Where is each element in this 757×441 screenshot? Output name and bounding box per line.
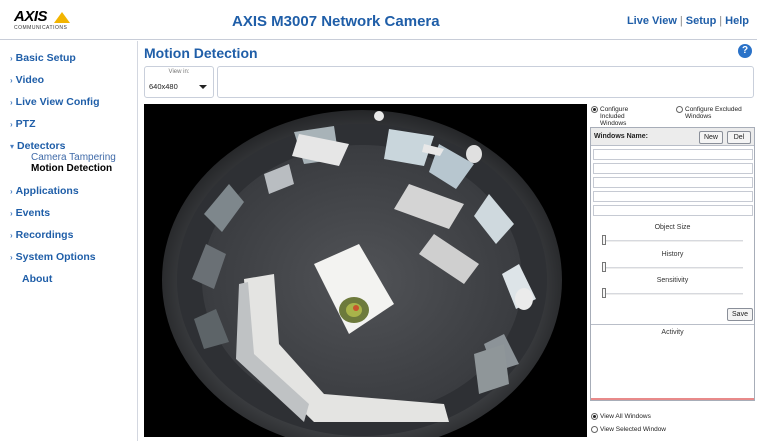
- sidebar-item-label: Recordings: [15, 229, 74, 241]
- window-list-row[interactable]: [593, 149, 753, 160]
- chevron-right-icon: ›: [10, 209, 13, 218]
- nav-help-link[interactable]: Help: [725, 15, 749, 27]
- radio-configure-included[interactable]: Configure Included Windows: [591, 106, 646, 127]
- nav-separator: |: [679, 15, 683, 27]
- window-list-row[interactable]: [593, 191, 753, 202]
- app-title: AXIS M3007 Network Camera: [232, 13, 440, 30]
- sidebar-item-label: Basic Setup: [15, 52, 76, 64]
- camera-view[interactable]: [144, 104, 587, 437]
- radio-configure-excluded-label: Configure Excluded Windows: [685, 106, 742, 120]
- nav-live-view-link[interactable]: Live View: [627, 15, 677, 27]
- windows-name-label: Windows Name:: [594, 133, 648, 140]
- radio-button-icon: [591, 426, 598, 433]
- logo-triangle-icon: [54, 12, 70, 23]
- sidebar-item-system-options[interactable]: › System Options: [10, 251, 96, 263]
- sidebar-item-label: Applications: [15, 185, 79, 197]
- page-title: Motion Detection: [144, 45, 258, 61]
- sidebar-subitem-motion-detection[interactable]: Motion Detection: [31, 163, 112, 174]
- sidebar-item-label: Video: [15, 74, 45, 86]
- top-nav: Live View | Setup | Help: [627, 15, 749, 27]
- info-bar: [217, 66, 754, 98]
- resolution-select[interactable]: 640x480: [149, 82, 209, 94]
- help-icon[interactable]: ?: [738, 44, 752, 58]
- history-label: History: [661, 251, 684, 258]
- window-list-row[interactable]: [593, 205, 753, 216]
- radio-view-selected-window[interactable]: View Selected Window: [591, 426, 666, 433]
- new-window-button[interactable]: New: [699, 131, 723, 144]
- save-button[interactable]: Save: [727, 308, 753, 321]
- sidebar-item-about[interactable]: About: [22, 273, 52, 285]
- axis-logo[interactable]: AXIS COMMUNICATIONS: [14, 8, 84, 34]
- sidebar-item-detectors[interactable]: ▾ Detectors: [10, 140, 65, 152]
- chevron-down-icon: ▾: [10, 142, 15, 151]
- chevron-right-icon: ›: [10, 76, 13, 85]
- sidebar-item-applications[interactable]: › Applications: [10, 185, 79, 197]
- nav-setup-link[interactable]: Setup: [686, 15, 717, 27]
- delete-window-button[interactable]: Del: [727, 131, 751, 144]
- sidebar-item-basic-setup[interactable]: › Basic Setup: [10, 52, 76, 64]
- activity-box: Activity: [591, 324, 754, 400]
- sensitivity-slider-thumb[interactable]: [602, 288, 606, 298]
- sidebar-item-label: Detectors: [17, 140, 66, 152]
- chevron-right-icon: ›: [10, 231, 13, 240]
- chevron-right-icon: ›: [10, 120, 13, 129]
- sidebar-item-label: System Options: [15, 251, 96, 263]
- history-slider-thumb[interactable]: [602, 262, 606, 272]
- view-in-label: View in:: [168, 69, 190, 75]
- object-size-slider-thumb[interactable]: [602, 235, 606, 245]
- activity-label: Activity: [661, 329, 684, 336]
- sidebar-item-label: PTZ: [15, 118, 36, 130]
- radio-configure-excluded[interactable]: Configure Excluded Windows: [676, 106, 751, 120]
- radio-button-icon: [591, 413, 598, 420]
- radio-button-icon: [591, 106, 598, 113]
- logo-text: AXIS: [14, 8, 48, 25]
- view-in-box: View in: 640x480: [144, 66, 214, 98]
- sidebar-item-live-view-config[interactable]: › Live View Config: [10, 96, 100, 108]
- window-list-row[interactable]: [593, 163, 753, 174]
- logo-subtext: COMMUNICATIONS: [14, 25, 68, 31]
- history-slider[interactable]: [603, 267, 743, 269]
- sidebar-item-recordings[interactable]: › Recordings: [10, 229, 73, 241]
- sidebar-item-ptz[interactable]: › PTZ: [10, 118, 36, 130]
- chevron-right-icon: ›: [10, 98, 13, 107]
- sidebar-item-label: Events: [15, 207, 51, 219]
- sidebar-item-video[interactable]: › Video: [10, 74, 44, 86]
- resolution-value: 640x480: [149, 82, 178, 91]
- dropdown-arrow-icon: [199, 85, 207, 89]
- object-size-label: Object Size: [654, 224, 691, 231]
- chevron-right-icon: ›: [10, 187, 13, 196]
- windows-panel: Windows Name: New Del Object Size Histor…: [590, 127, 755, 401]
- chevron-right-icon: ›: [10, 54, 13, 63]
- chevron-right-icon: ›: [10, 253, 13, 262]
- sidebar-item-label: Live View Config: [15, 96, 100, 108]
- window-list-row[interactable]: [593, 177, 753, 188]
- radio-configure-included-label: Configure Included Windows: [600, 106, 629, 127]
- header: AXIS COMMUNICATIONS AXIS M3007 Network C…: [0, 0, 757, 40]
- sidebar-item-events[interactable]: › Events: [10, 207, 50, 219]
- nav-separator: |: [719, 15, 723, 27]
- sensitivity-label: Sensitivity: [656, 277, 689, 284]
- sidebar-subitem-camera-tampering[interactable]: Camera Tampering: [31, 152, 116, 163]
- activity-level-line: [591, 398, 754, 400]
- fisheye-image: [144, 104, 587, 437]
- object-size-slider[interactable]: [603, 240, 743, 242]
- sidebar-item-label: About: [22, 273, 53, 285]
- view-selected-window-label: View Selected Window: [600, 426, 666, 433]
- sidebar: › Basic Setup › Video › Live View Config › P…: [0, 41, 138, 441]
- radio-button-icon: [676, 106, 683, 113]
- sensitivity-slider[interactable]: [603, 293, 743, 295]
- windows-header: Windows Name: New Del: [591, 128, 754, 146]
- view-all-windows-label: View All Windows: [600, 413, 651, 420]
- radio-view-all-windows[interactable]: View All Windows: [591, 413, 651, 420]
